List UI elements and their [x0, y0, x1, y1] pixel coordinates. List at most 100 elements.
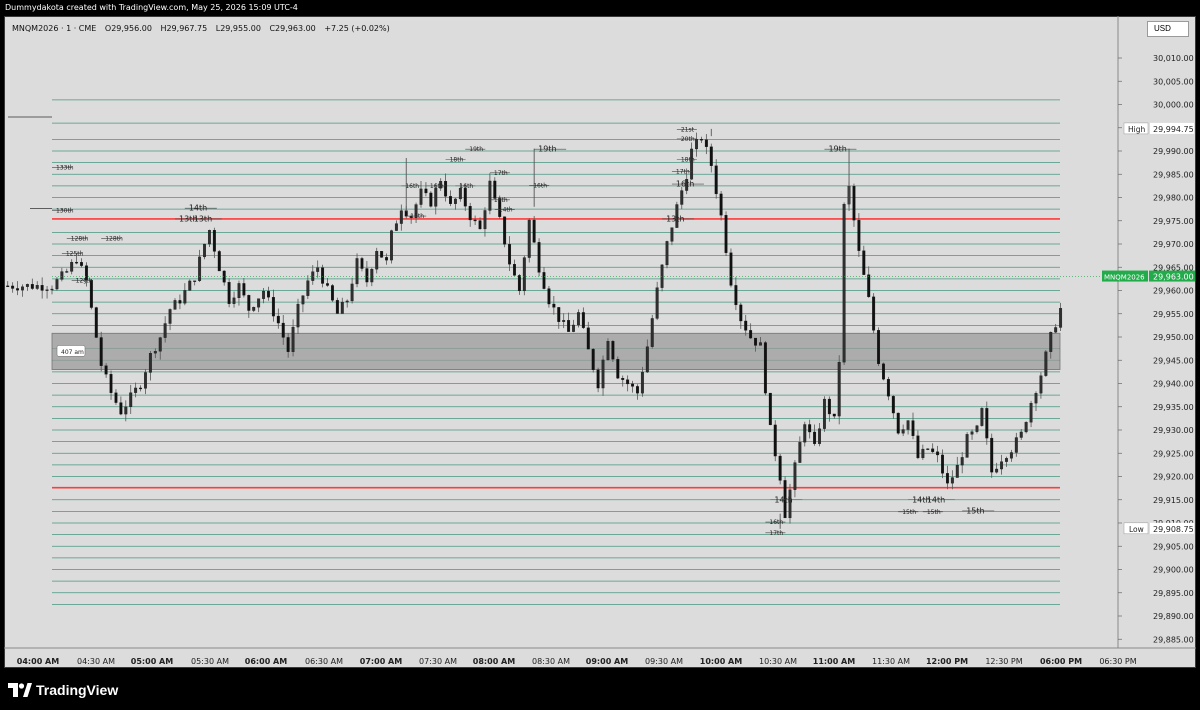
candle-body: [365, 268, 369, 283]
candle-body: [1005, 458, 1008, 462]
y-tick-label: 29,990.00: [1153, 147, 1194, 156]
candle-body: [340, 301, 344, 314]
candle-body: [394, 223, 398, 231]
candle-body: [478, 220, 482, 230]
candle-body: [552, 303, 556, 308]
candle-body: [237, 283, 241, 299]
candle-body: [75, 261, 79, 264]
last-price-tag: MNQM2026 29,963.00: [1102, 270, 1195, 282]
swing-label: 16th: [676, 180, 694, 189]
zone-rectangle: [51, 332, 1061, 370]
swing-label: 21st: [681, 127, 695, 134]
currency-button[interactable]: USD: [1147, 21, 1189, 37]
tradingview-logo[interactable]: TradingView: [8, 682, 118, 698]
candle-body: [818, 428, 821, 444]
y-tick-label: 29,940.00: [1153, 380, 1194, 389]
candle-body: [965, 434, 969, 458]
candle-body: [749, 330, 753, 339]
candle-body: [257, 298, 261, 308]
candle-body: [798, 442, 802, 463]
legend-symbol[interactable]: MNQM2026 · 1 · CME: [12, 24, 96, 33]
candle-body: [173, 300, 177, 310]
candle-body: [262, 290, 266, 299]
y-tick-label: 29,950.00: [1153, 333, 1194, 342]
candle-body: [55, 279, 59, 290]
candle-body: [404, 210, 408, 217]
candle-body: [286, 337, 290, 352]
x-tick-label: 06:00 PM: [1040, 657, 1082, 666]
candle-body: [99, 337, 103, 366]
candle-body: [207, 230, 211, 245]
candle-body: [1029, 402, 1033, 423]
candle-body: [508, 244, 512, 265]
candle-body: [203, 243, 206, 258]
low-value: 29,908.75: [1153, 525, 1194, 534]
candle-body: [862, 250, 866, 275]
candle-body: [532, 219, 536, 243]
candle-body: [193, 280, 197, 282]
candle-body: [463, 187, 467, 207]
candle-body: [724, 215, 728, 253]
candle-body: [719, 193, 723, 216]
swing-label: 17th: [676, 168, 690, 175]
candle-body: [960, 457, 964, 466]
candle-body: [763, 342, 767, 394]
swing-label: 15th: [966, 506, 984, 515]
candle-body: [517, 275, 521, 292]
candle-body: [941, 454, 944, 474]
candle-body: [390, 230, 393, 261]
swing-label: 13th: [666, 214, 684, 223]
candle-body: [139, 387, 143, 390]
time-axis: 04:00 AM 04:30 AM 05:00 AM 05:30 AM 06:00 AM…: [17, 657, 1137, 666]
candle-body: [163, 323, 167, 338]
candle-body: [739, 304, 743, 322]
candle-body: [1024, 422, 1028, 433]
legend-close: C29,963.00: [269, 24, 316, 33]
x-tick-label: 06:30 AM: [305, 657, 343, 666]
candle-body: [837, 361, 841, 417]
zone-label-box: 407 am: [56, 345, 86, 357]
candle-body: [709, 146, 713, 166]
price-chart[interactable]: 407 am 133th 130th 128th 128th 125th 12§th 14th…: [0, 0, 1200, 668]
x-tick-label: 11:00 AM: [813, 657, 855, 666]
candle-body: [188, 280, 192, 291]
candle-body: [158, 337, 162, 352]
legend-low: L29,955.00: [215, 24, 261, 33]
candle-body: [729, 252, 733, 286]
candle-body: [493, 180, 497, 199]
candle-body: [316, 267, 320, 272]
candle-body: [970, 431, 974, 435]
x-tick-label: 05:00 AM: [131, 657, 173, 666]
candle-body: [419, 188, 423, 205]
candle-body: [70, 261, 74, 272]
high-value: 29,994.75: [1153, 125, 1194, 134]
swing-label: 17th: [494, 170, 508, 177]
swing-label: 15th: [410, 213, 424, 220]
candle-body: [513, 264, 516, 276]
candle-body: [444, 181, 448, 197]
candle-body: [734, 285, 738, 306]
legend-open: O29,956.00: [104, 24, 152, 33]
candle-body: [1000, 461, 1004, 470]
candle-body: [995, 468, 999, 473]
candle-body: [1009, 452, 1013, 459]
y-tick-label: 29,970.00: [1153, 240, 1194, 249]
candle-body: [109, 374, 113, 393]
candle-body: [872, 296, 876, 331]
candle-body: [921, 448, 925, 459]
x-tick-label: 07:30 AM: [419, 657, 457, 666]
candle-body: [606, 341, 610, 361]
candle-body: [350, 283, 354, 302]
low-marker: Low 29,908.75: [1123, 522, 1194, 535]
swing-label: 15th: [902, 509, 916, 516]
candle-body: [926, 448, 930, 450]
candle-body: [896, 412, 900, 434]
x-tick-label: 10:30 AM: [759, 657, 797, 666]
x-tick-label: 09:00 AM: [586, 657, 628, 666]
candle-body: [281, 322, 285, 338]
swing-label: 19th: [469, 146, 483, 153]
candle-body: [40, 285, 44, 291]
high-marker: High 29,994.75: [1123, 122, 1194, 135]
candle-body: [449, 196, 452, 204]
candle-body: [306, 280, 310, 296]
